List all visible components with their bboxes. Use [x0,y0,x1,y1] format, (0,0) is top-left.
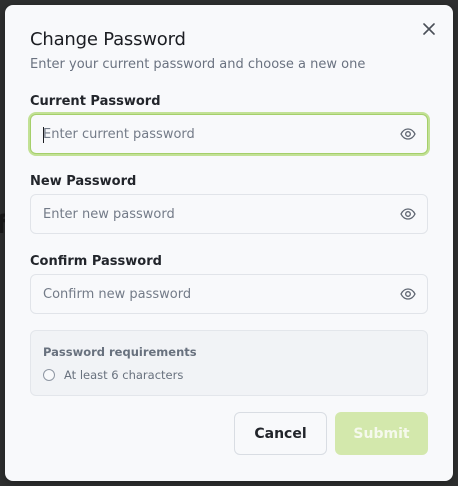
confirm-password-field [30,274,428,314]
confirm-password-input[interactable] [43,275,383,313]
cancel-button[interactable]: Cancel [234,412,327,455]
requirement-unmet-circle-icon [43,369,55,381]
close-button[interactable] [419,19,439,39]
new-password-input[interactable] [43,195,383,233]
submit-button[interactable]: Submit [335,412,428,455]
eye-icon [400,288,416,300]
eye-icon [400,208,416,220]
current-password-input[interactable] [43,115,383,153]
new-password-field [30,194,428,234]
show-confirm-password-toggle[interactable] [399,285,417,303]
password-requirements-box: Password requirements At least 6 charact… [30,330,428,396]
dialog-subtitle: Enter your current password and choose a… [30,57,366,72]
new-password-label: New Password [30,174,137,189]
dialog-title: Change Password [30,29,186,50]
current-password-label: Current Password [30,94,161,109]
close-icon [423,23,435,35]
requirement-text: At least 6 characters [64,368,184,382]
text-caret [43,127,44,143]
change-password-dialog: Change Password Enter your current passw… [5,5,453,481]
eye-icon [400,128,416,140]
show-new-password-toggle[interactable] [399,205,417,223]
requirements-title: Password requirements [43,345,197,359]
current-password-field [30,114,428,154]
confirm-password-label: Confirm Password [30,254,162,269]
requirement-item: At least 6 characters [43,368,183,382]
show-current-password-toggle[interactable] [399,125,417,143]
